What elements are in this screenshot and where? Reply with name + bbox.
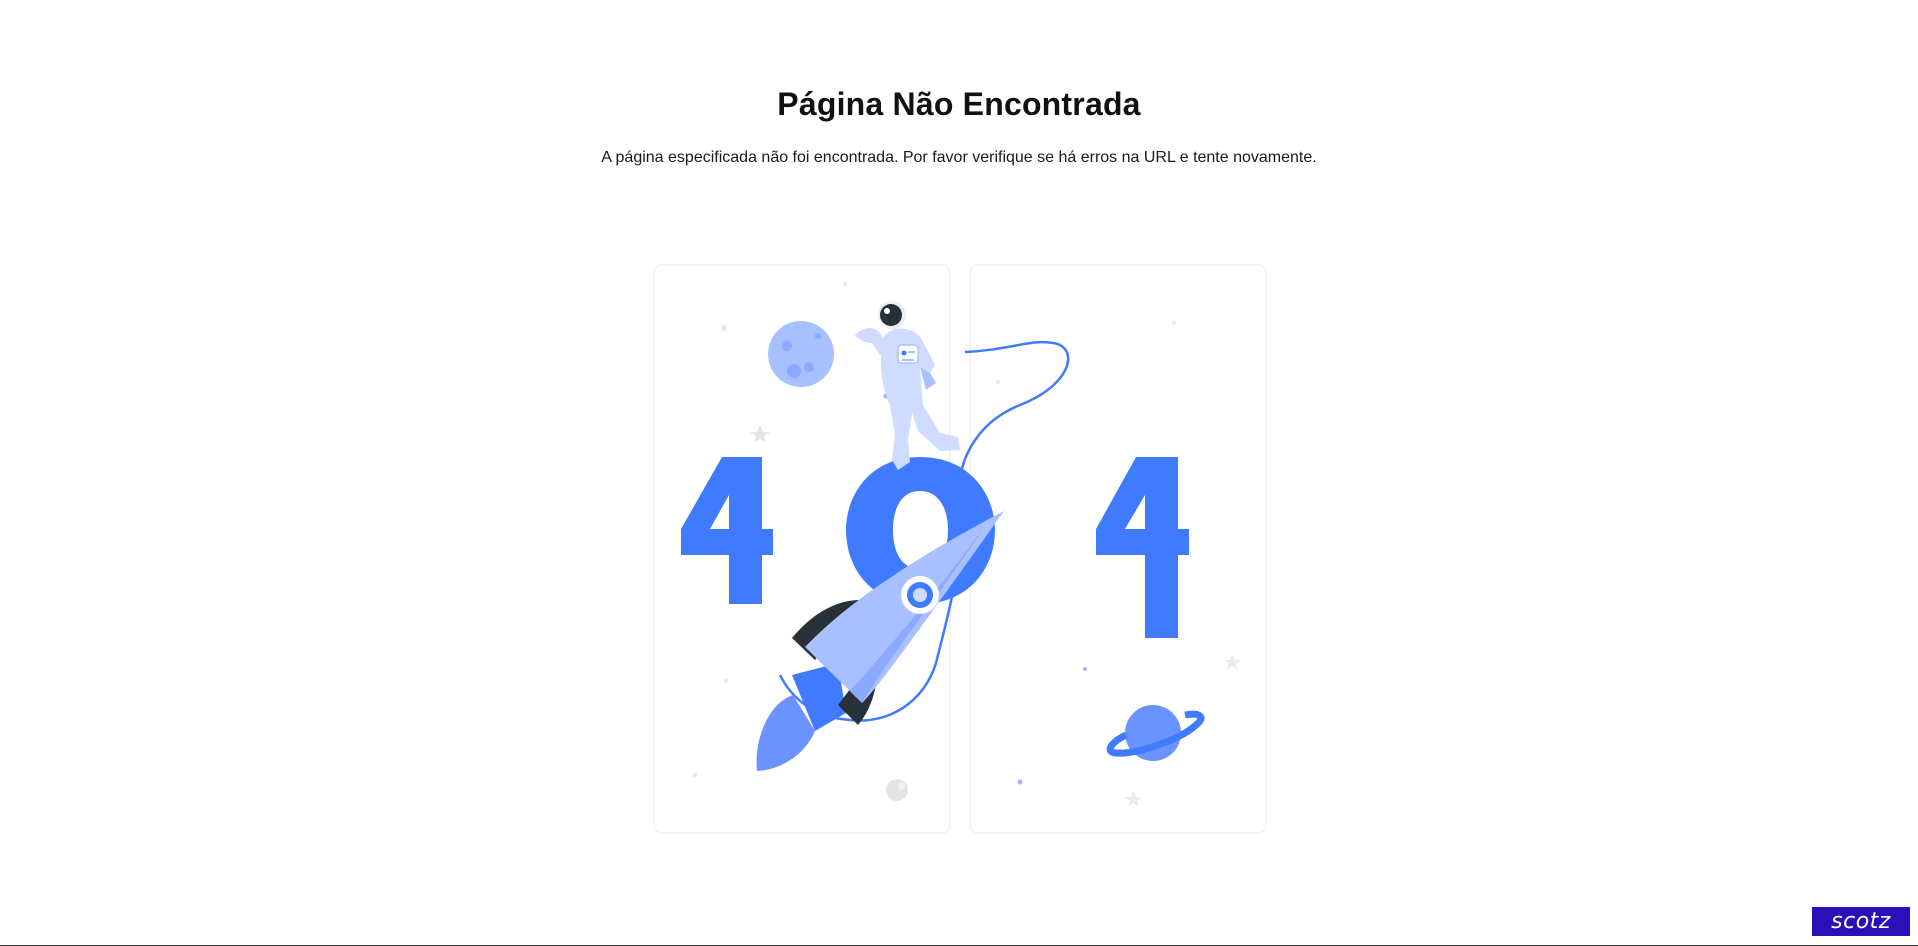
planet-icon: [1106, 705, 1205, 761]
moon-icon: [768, 321, 834, 387]
astronaut-icon: [855, 301, 960, 470]
404-illustration: [653, 264, 1267, 834]
brand-logo-text: scotz: [1831, 909, 1891, 934]
brand-badge[interactable]: scotz: [1812, 907, 1910, 936]
star-icon: [1125, 791, 1142, 807]
error-code-404: [681, 457, 1189, 638]
star-icon: [750, 425, 770, 443]
not-found-page: Página Não Encontrada A página especific…: [0, 0, 1918, 946]
star-icon: [1224, 654, 1241, 670]
grey-moon-dot: [886, 779, 908, 801]
page-message: A página especificada não foi encontrada…: [601, 149, 1317, 166]
page-title: Página Não Encontrada: [777, 86, 1141, 122]
